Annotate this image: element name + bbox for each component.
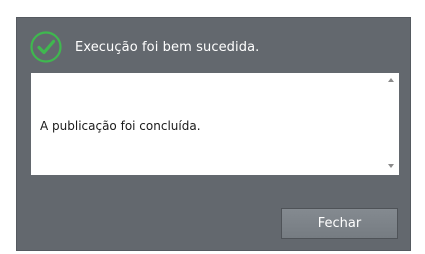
message-text: A publicação foi concluída. [40,119,201,133]
vertical-scrollbar[interactable] [383,73,399,175]
check-circle-icon [30,31,62,63]
scroll-up-arrow-icon[interactable] [388,78,394,82]
dialog-header: Execução foi bem sucedida. [30,31,259,63]
dialog-title: Execução foi bem sucedida. [75,39,260,55]
success-dialog: Execução foi bem sucedida. A publicação … [16,17,411,251]
message-textarea[interactable]: A publicação foi concluída. [31,73,399,175]
close-button[interactable]: Fechar [281,208,398,239]
scroll-down-arrow-icon[interactable] [388,164,394,168]
